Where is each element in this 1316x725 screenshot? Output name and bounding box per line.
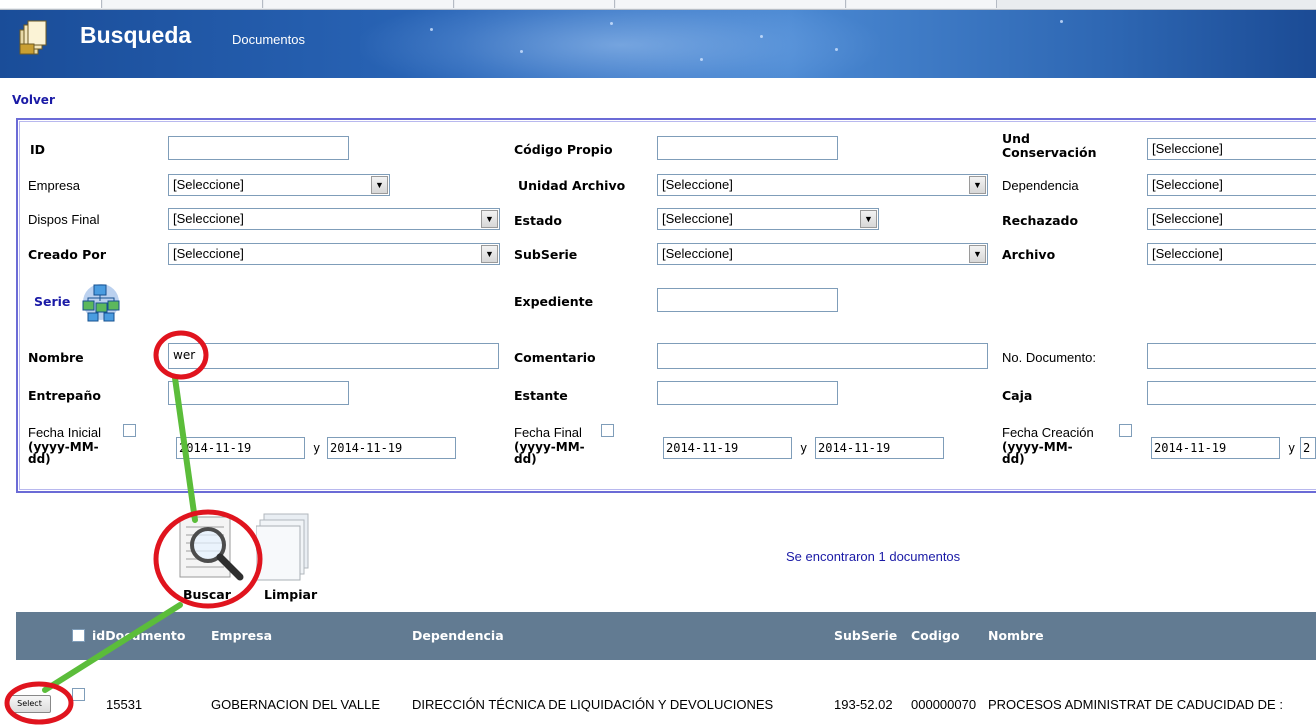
page-title: Busqueda bbox=[80, 22, 192, 48]
range-separator: y bbox=[800, 441, 808, 455]
tree-icon[interactable] bbox=[80, 281, 122, 323]
column-header-iddocumento[interactable]: idDocumento bbox=[92, 628, 185, 643]
browser-tab[interactable] bbox=[616, 0, 846, 8]
browser-tab[interactable] bbox=[847, 0, 997, 8]
column-header-subserie[interactable]: SubSerie bbox=[834, 628, 897, 643]
clear-button-label[interactable]: Limpiar bbox=[264, 587, 317, 602]
und-conservacion-label: Und Conservación bbox=[1002, 131, 1097, 160]
creado-por-select[interactable]: [Seleccione] ▼ bbox=[168, 243, 500, 265]
folder-icon bbox=[19, 20, 47, 55]
comentario-label: Comentario bbox=[514, 350, 596, 365]
results-count: Se encontraron 1 documentos bbox=[786, 549, 961, 564]
back-link[interactable]: Volver bbox=[12, 93, 55, 107]
fecha-final-to-input[interactable]: 2014-11-19 bbox=[815, 437, 944, 459]
fecha-final-checkbox[interactable] bbox=[601, 424, 614, 437]
date-format-hint: (yyyy-MM-dd) bbox=[28, 440, 99, 466]
archivo-select[interactable]: [Seleccione] bbox=[1147, 243, 1316, 265]
estado-select[interactable]: [Seleccione] ▼ bbox=[657, 208, 879, 230]
fecha-final-label: Fecha Final bbox=[514, 425, 582, 440]
fecha-inicial-checkbox[interactable] bbox=[123, 424, 136, 437]
subserie-select[interactable]: [Seleccione] ▼ bbox=[657, 243, 988, 265]
chevron-down-icon[interactable]: ▼ bbox=[969, 245, 986, 263]
estado-label: Estado bbox=[514, 213, 562, 228]
range-separator: y bbox=[313, 441, 321, 455]
dependencia-select[interactable]: [Seleccione] bbox=[1147, 174, 1316, 196]
cell-iddocumento: 15531 bbox=[106, 697, 143, 712]
fecha-final-from-input[interactable]: 2014-11-19 bbox=[663, 437, 792, 459]
und-conservacion-select[interactable]: [Seleccione] bbox=[1147, 138, 1316, 160]
select-row-button[interactable]: Select bbox=[8, 695, 51, 713]
page-subtitle: Documentos bbox=[232, 32, 305, 47]
dispos-final-label: Dispos Final bbox=[28, 212, 100, 227]
expediente-input[interactable] bbox=[657, 288, 838, 312]
date-format-hint: (yyyy-MM-dd) bbox=[1002, 440, 1073, 466]
archivo-label: Archivo bbox=[1002, 247, 1056, 262]
fecha-creacion-label: Fecha Creación bbox=[1002, 425, 1094, 440]
no-documento-label: No. Documento: bbox=[1002, 350, 1096, 365]
row-checkbox[interactable] bbox=[72, 688, 85, 701]
fecha-creacion-from-input[interactable]: 2014-11-19 bbox=[1151, 437, 1280, 459]
cell-nombre: PROCESOS ADMINISTRAT DE CADUCIDAD DE : bbox=[988, 697, 1283, 712]
subserie-label: SubSerie bbox=[514, 247, 578, 262]
cell-codigo: 000000070 bbox=[911, 697, 977, 712]
clear-icon[interactable] bbox=[256, 512, 314, 582]
cell-empresa: GOBERNACION DEL VALLE bbox=[211, 697, 381, 712]
fecha-inicial-to-input[interactable]: 2014-11-19 bbox=[327, 437, 456, 459]
empresa-select[interactable]: [Seleccione] ▼ bbox=[168, 174, 390, 196]
caja-label: Caja bbox=[1002, 388, 1033, 403]
expediente-label: Expediente bbox=[514, 294, 594, 309]
no-documento-input[interactable] bbox=[1147, 343, 1316, 369]
fecha-creacion-to-input[interactable]: 2 bbox=[1300, 437, 1316, 459]
creado-por-label: Creado Por bbox=[28, 247, 107, 262]
id-input[interactable] bbox=[168, 136, 349, 160]
nombre-input[interactable]: wer bbox=[168, 343, 499, 369]
chevron-down-icon[interactable]: ▼ bbox=[860, 210, 877, 228]
chevron-down-icon[interactable]: ▼ bbox=[969, 176, 986, 194]
search-icon[interactable] bbox=[176, 513, 248, 583]
browser-tab-strip bbox=[0, 0, 1316, 10]
cell-dependencia: DIRECCIÓN TÉCNICA DE LIQUIDACIÓN Y DEVOL… bbox=[412, 697, 774, 712]
browser-tab[interactable] bbox=[0, 0, 102, 8]
fecha-inicial-label: Fecha Inicial bbox=[28, 425, 101, 440]
entrepano-input[interactable] bbox=[168, 381, 349, 405]
chevron-down-icon[interactable]: ▼ bbox=[481, 210, 498, 228]
search-button-label[interactable]: Buscar bbox=[183, 587, 231, 602]
rechazado-select[interactable]: [Seleccione] bbox=[1147, 208, 1316, 230]
column-header-dependencia[interactable]: Dependencia bbox=[412, 628, 504, 643]
nombre-label: Nombre bbox=[28, 350, 84, 365]
select-all-checkbox[interactable] bbox=[72, 629, 85, 642]
rechazado-label: Rechazado bbox=[1002, 213, 1079, 228]
caja-input[interactable] bbox=[1147, 381, 1316, 405]
unidad-archivo-select[interactable]: [Seleccione] ▼ bbox=[657, 174, 988, 196]
column-header-empresa[interactable]: Empresa bbox=[211, 628, 272, 643]
id-label: ID bbox=[30, 142, 46, 157]
unidad-archivo-label: Unidad Archivo bbox=[518, 178, 626, 193]
table-row bbox=[16, 660, 1316, 725]
chevron-down-icon[interactable]: ▼ bbox=[371, 176, 388, 194]
chevron-down-icon[interactable]: ▼ bbox=[481, 245, 498, 263]
serie-link[interactable]: Serie bbox=[34, 295, 70, 309]
page-header bbox=[0, 10, 1316, 78]
codigo-propio-input[interactable] bbox=[657, 136, 838, 160]
fecha-inicial-from-input[interactable]: 2014-11-19 bbox=[176, 437, 305, 459]
dispos-final-select[interactable]: [Seleccione] ▼ bbox=[168, 208, 500, 230]
column-header-codigo[interactable]: Codigo bbox=[911, 628, 960, 643]
cell-subserie: 193-52.02 bbox=[834, 697, 893, 712]
entrepano-label: Entrepaño bbox=[28, 388, 101, 403]
dependencia-label: Dependencia bbox=[1002, 178, 1079, 193]
empresa-label: Empresa bbox=[28, 178, 81, 193]
column-header-nombre[interactable]: Nombre bbox=[988, 628, 1044, 643]
estante-input[interactable] bbox=[657, 381, 838, 405]
estante-label: Estante bbox=[514, 388, 568, 403]
range-separator: y bbox=[1288, 441, 1296, 455]
date-format-hint: (yyyy-MM-dd) bbox=[514, 440, 585, 466]
browser-tab[interactable] bbox=[264, 0, 454, 8]
fecha-creacion-checkbox[interactable] bbox=[1119, 424, 1132, 437]
browser-tab[interactable] bbox=[103, 0, 263, 8]
codigo-propio-label: Código Propio bbox=[514, 142, 613, 157]
comentario-input[interactable] bbox=[657, 343, 988, 369]
browser-tab[interactable] bbox=[455, 0, 615, 8]
